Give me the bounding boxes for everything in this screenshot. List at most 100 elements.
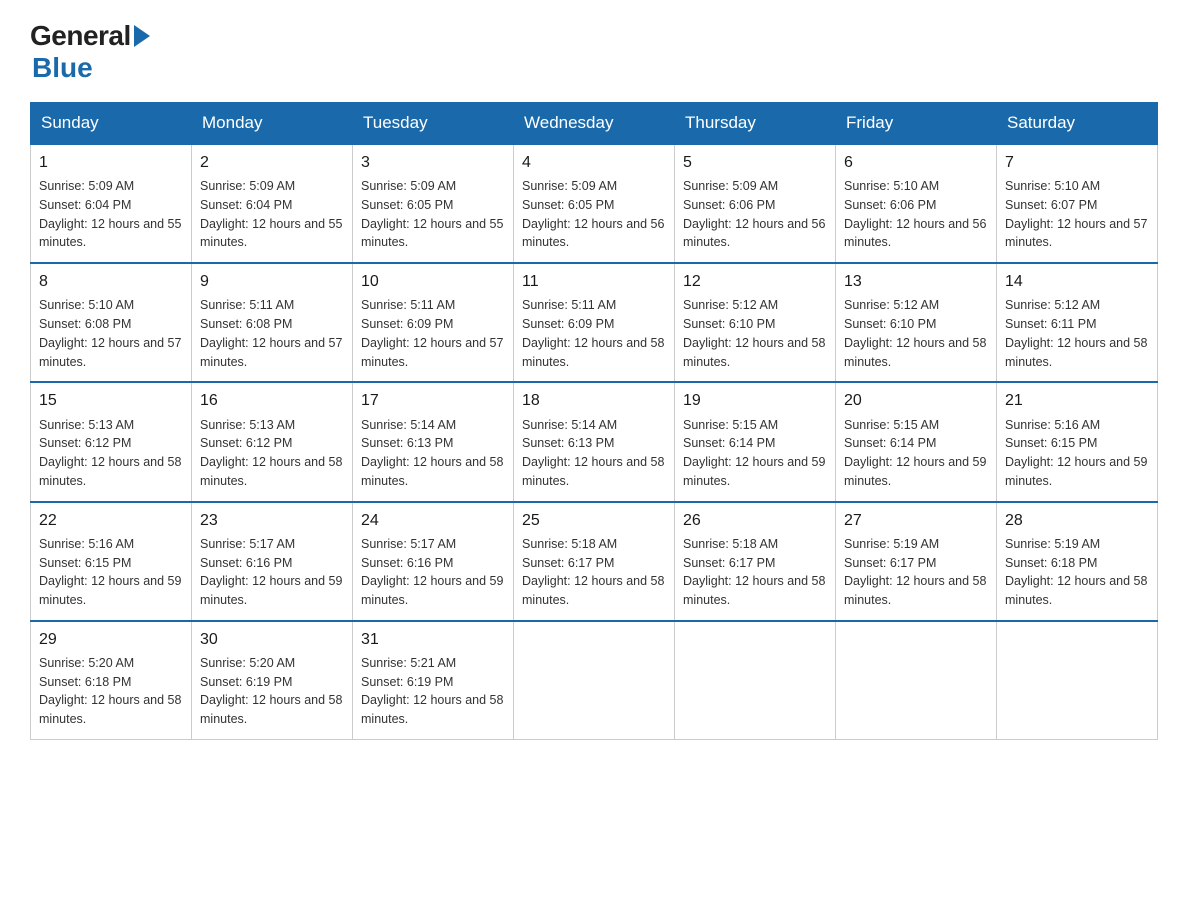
calendar-header-tuesday: Tuesday [353, 103, 514, 145]
day-number: 15 [39, 389, 183, 412]
day-number: 12 [683, 270, 827, 293]
calendar-header-thursday: Thursday [675, 103, 836, 145]
calendar-day-cell [675, 621, 836, 740]
day-number: 6 [844, 151, 988, 174]
calendar-week-row: 29 Sunrise: 5:20 AMSunset: 6:18 PMDayligh… [31, 621, 1158, 740]
calendar-day-cell: 2 Sunrise: 5:09 AMSunset: 6:04 PMDaylight… [192, 144, 353, 263]
day-number: 16 [200, 389, 344, 412]
day-number: 21 [1005, 389, 1149, 412]
calendar-day-cell: 13 Sunrise: 5:12 AMSunset: 6:10 PMDayligh… [836, 263, 997, 382]
calendar-day-cell: 7Sunrise: 5:10 AMSunset: 6:07 PMDaylight… [997, 144, 1158, 263]
day-number: 18 [522, 389, 666, 412]
day-number: 28 [1005, 509, 1149, 532]
day-number: 14 [1005, 270, 1149, 293]
day-info: Sunrise: 5:19 AMSunset: 6:18 PMDaylight:… [1005, 535, 1149, 610]
calendar-day-cell: 31 Sunrise: 5:21 AMSunset: 6:19 PMDayligh… [353, 621, 514, 740]
day-number: 29 [39, 628, 183, 651]
day-number: 13 [844, 270, 988, 293]
calendar-day-cell: 28 Sunrise: 5:19 AMSunset: 6:18 PMDayligh… [997, 502, 1158, 621]
day-info: Sunrise: 5:15 AMSunset: 6:14 PMDaylight:… [844, 416, 988, 491]
calendar-day-cell: 25 Sunrise: 5:18 AMSunset: 6:17 PMDayligh… [514, 502, 675, 621]
day-info: Sunrise: 5:13 AMSunset: 6:12 PMDaylight:… [39, 416, 183, 491]
day-info: Sunrise: 5:12 AMSunset: 6:10 PMDaylight:… [683, 296, 827, 371]
calendar-table: SundayMondayTuesdayWednesdayThursdayFrid… [30, 102, 1158, 740]
day-number: 24 [361, 509, 505, 532]
day-info: Sunrise: 5:17 AMSunset: 6:16 PMDaylight:… [200, 535, 344, 610]
day-info: Sunrise: 5:21 AMSunset: 6:19 PMDaylight:… [361, 654, 505, 729]
day-info: Sunrise: 5:18 AMSunset: 6:17 PMDaylight:… [683, 535, 827, 610]
logo-arrow-icon [134, 25, 150, 47]
calendar-day-cell: 9Sunrise: 5:11 AMSunset: 6:08 PMDaylight… [192, 263, 353, 382]
day-number: 3 [361, 151, 505, 174]
calendar-day-cell: 21Sunrise: 5:16 AMSunset: 6:15 PMDayligh… [997, 382, 1158, 501]
day-number: 4 [522, 151, 666, 174]
day-number: 8 [39, 270, 183, 293]
calendar-day-cell: 15 Sunrise: 5:13 AMSunset: 6:12 PMDayligh… [31, 382, 192, 501]
day-info: Sunrise: 5:09 AMSunset: 6:04 PMDaylight:… [39, 177, 183, 252]
calendar-day-cell: 6 Sunrise: 5:10 AMSunset: 6:06 PMDaylight… [836, 144, 997, 263]
day-number: 20 [844, 389, 988, 412]
day-info: Sunrise: 5:13 AMSunset: 6:12 PMDaylight:… [200, 416, 344, 491]
calendar-day-cell: 23 Sunrise: 5:17 AMSunset: 6:16 PMDayligh… [192, 502, 353, 621]
calendar-header-wednesday: Wednesday [514, 103, 675, 145]
day-number: 30 [200, 628, 344, 651]
day-number: 25 [522, 509, 666, 532]
calendar-week-row: 1 Sunrise: 5:09 AMSunset: 6:04 PMDaylight… [31, 144, 1158, 263]
day-number: 31 [361, 628, 505, 651]
day-info: Sunrise: 5:11 AMSunset: 6:09 PMDaylight:… [361, 296, 505, 371]
day-number: 27 [844, 509, 988, 532]
day-info: Sunrise: 5:09 AMSunset: 6:05 PMDaylight:… [522, 177, 666, 252]
day-number: 22 [39, 509, 183, 532]
calendar-week-row: 8 Sunrise: 5:10 AMSunset: 6:08 PMDaylight… [31, 263, 1158, 382]
calendar-header-friday: Friday [836, 103, 997, 145]
day-number: 23 [200, 509, 344, 532]
calendar-day-cell: 20 Sunrise: 5:15 AMSunset: 6:14 PMDayligh… [836, 382, 997, 501]
calendar-day-cell: 8 Sunrise: 5:10 AMSunset: 6:08 PMDaylight… [31, 263, 192, 382]
day-info: Sunrise: 5:09 AMSunset: 6:04 PMDaylight:… [200, 177, 344, 252]
day-info: Sunrise: 5:16 AMSunset: 6:15 PMDaylight:… [39, 535, 183, 610]
day-info: Sunrise: 5:19 AMSunset: 6:17 PMDaylight:… [844, 535, 988, 610]
calendar-day-cell: 18Sunrise: 5:14 AMSunset: 6:13 PMDayligh… [514, 382, 675, 501]
logo: General Blue [30, 20, 150, 84]
calendar-day-cell: 1 Sunrise: 5:09 AMSunset: 6:04 PMDaylight… [31, 144, 192, 263]
calendar-day-cell: 26Sunrise: 5:18 AMSunset: 6:17 PMDayligh… [675, 502, 836, 621]
calendar-day-cell: 19Sunrise: 5:15 AMSunset: 6:14 PMDayligh… [675, 382, 836, 501]
day-info: Sunrise: 5:12 AMSunset: 6:11 PMDaylight:… [1005, 296, 1149, 371]
page-header: General Blue [30, 20, 1158, 84]
day-number: 5 [683, 151, 827, 174]
calendar-day-cell: 14 Sunrise: 5:12 AMSunset: 6:11 PMDayligh… [997, 263, 1158, 382]
day-info: Sunrise: 5:18 AMSunset: 6:17 PMDaylight:… [522, 535, 666, 610]
day-info: Sunrise: 5:12 AMSunset: 6:10 PMDaylight:… [844, 296, 988, 371]
day-number: 9 [200, 270, 344, 293]
calendar-day-cell: 29 Sunrise: 5:20 AMSunset: 6:18 PMDayligh… [31, 621, 192, 740]
day-info: Sunrise: 5:14 AMSunset: 6:13 PMDaylight:… [361, 416, 505, 491]
day-info: Sunrise: 5:09 AMSunset: 6:05 PMDaylight:… [361, 177, 505, 252]
calendar-day-cell [997, 621, 1158, 740]
calendar-day-cell [836, 621, 997, 740]
calendar-day-cell [514, 621, 675, 740]
calendar-day-cell: 24 Sunrise: 5:17 AMSunset: 6:16 PMDayligh… [353, 502, 514, 621]
day-info: Sunrise: 5:10 AMSunset: 6:08 PMDaylight:… [39, 296, 183, 371]
calendar-header-sunday: Sunday [31, 103, 192, 145]
day-info: Sunrise: 5:20 AMSunset: 6:19 PMDaylight:… [200, 654, 344, 729]
day-info: Sunrise: 5:15 AMSunset: 6:14 PMDaylight:… [683, 416, 827, 491]
day-info: Sunrise: 5:20 AMSunset: 6:18 PMDaylight:… [39, 654, 183, 729]
day-number: 1 [39, 151, 183, 174]
calendar-day-cell: 22 Sunrise: 5:16 AMSunset: 6:15 PMDayligh… [31, 502, 192, 621]
logo-general-text: General [30, 20, 131, 52]
calendar-day-cell: 4 Sunrise: 5:09 AMSunset: 6:05 PMDaylight… [514, 144, 675, 263]
calendar-day-cell: 3 Sunrise: 5:09 AMSunset: 6:05 PMDaylight… [353, 144, 514, 263]
day-info: Sunrise: 5:17 AMSunset: 6:16 PMDaylight:… [361, 535, 505, 610]
calendar-day-cell: 27 Sunrise: 5:19 AMSunset: 6:17 PMDayligh… [836, 502, 997, 621]
calendar-header-saturday: Saturday [997, 103, 1158, 145]
calendar-day-cell: 12 Sunrise: 5:12 AMSunset: 6:10 PMDayligh… [675, 263, 836, 382]
day-info: Sunrise: 5:09 AMSunset: 6:06 PMDaylight:… [683, 177, 827, 252]
calendar-header-monday: Monday [192, 103, 353, 145]
day-number: 2 [200, 151, 344, 174]
day-info: Sunrise: 5:10 AMSunset: 6:06 PMDaylight:… [844, 177, 988, 252]
calendar-day-cell: 30 Sunrise: 5:20 AMSunset: 6:19 PMDayligh… [192, 621, 353, 740]
day-number: 11 [522, 270, 666, 293]
calendar-day-cell: 5 Sunrise: 5:09 AMSunset: 6:06 PMDaylight… [675, 144, 836, 263]
day-number: 17 [361, 389, 505, 412]
logo-blue-text: Blue [32, 52, 150, 84]
